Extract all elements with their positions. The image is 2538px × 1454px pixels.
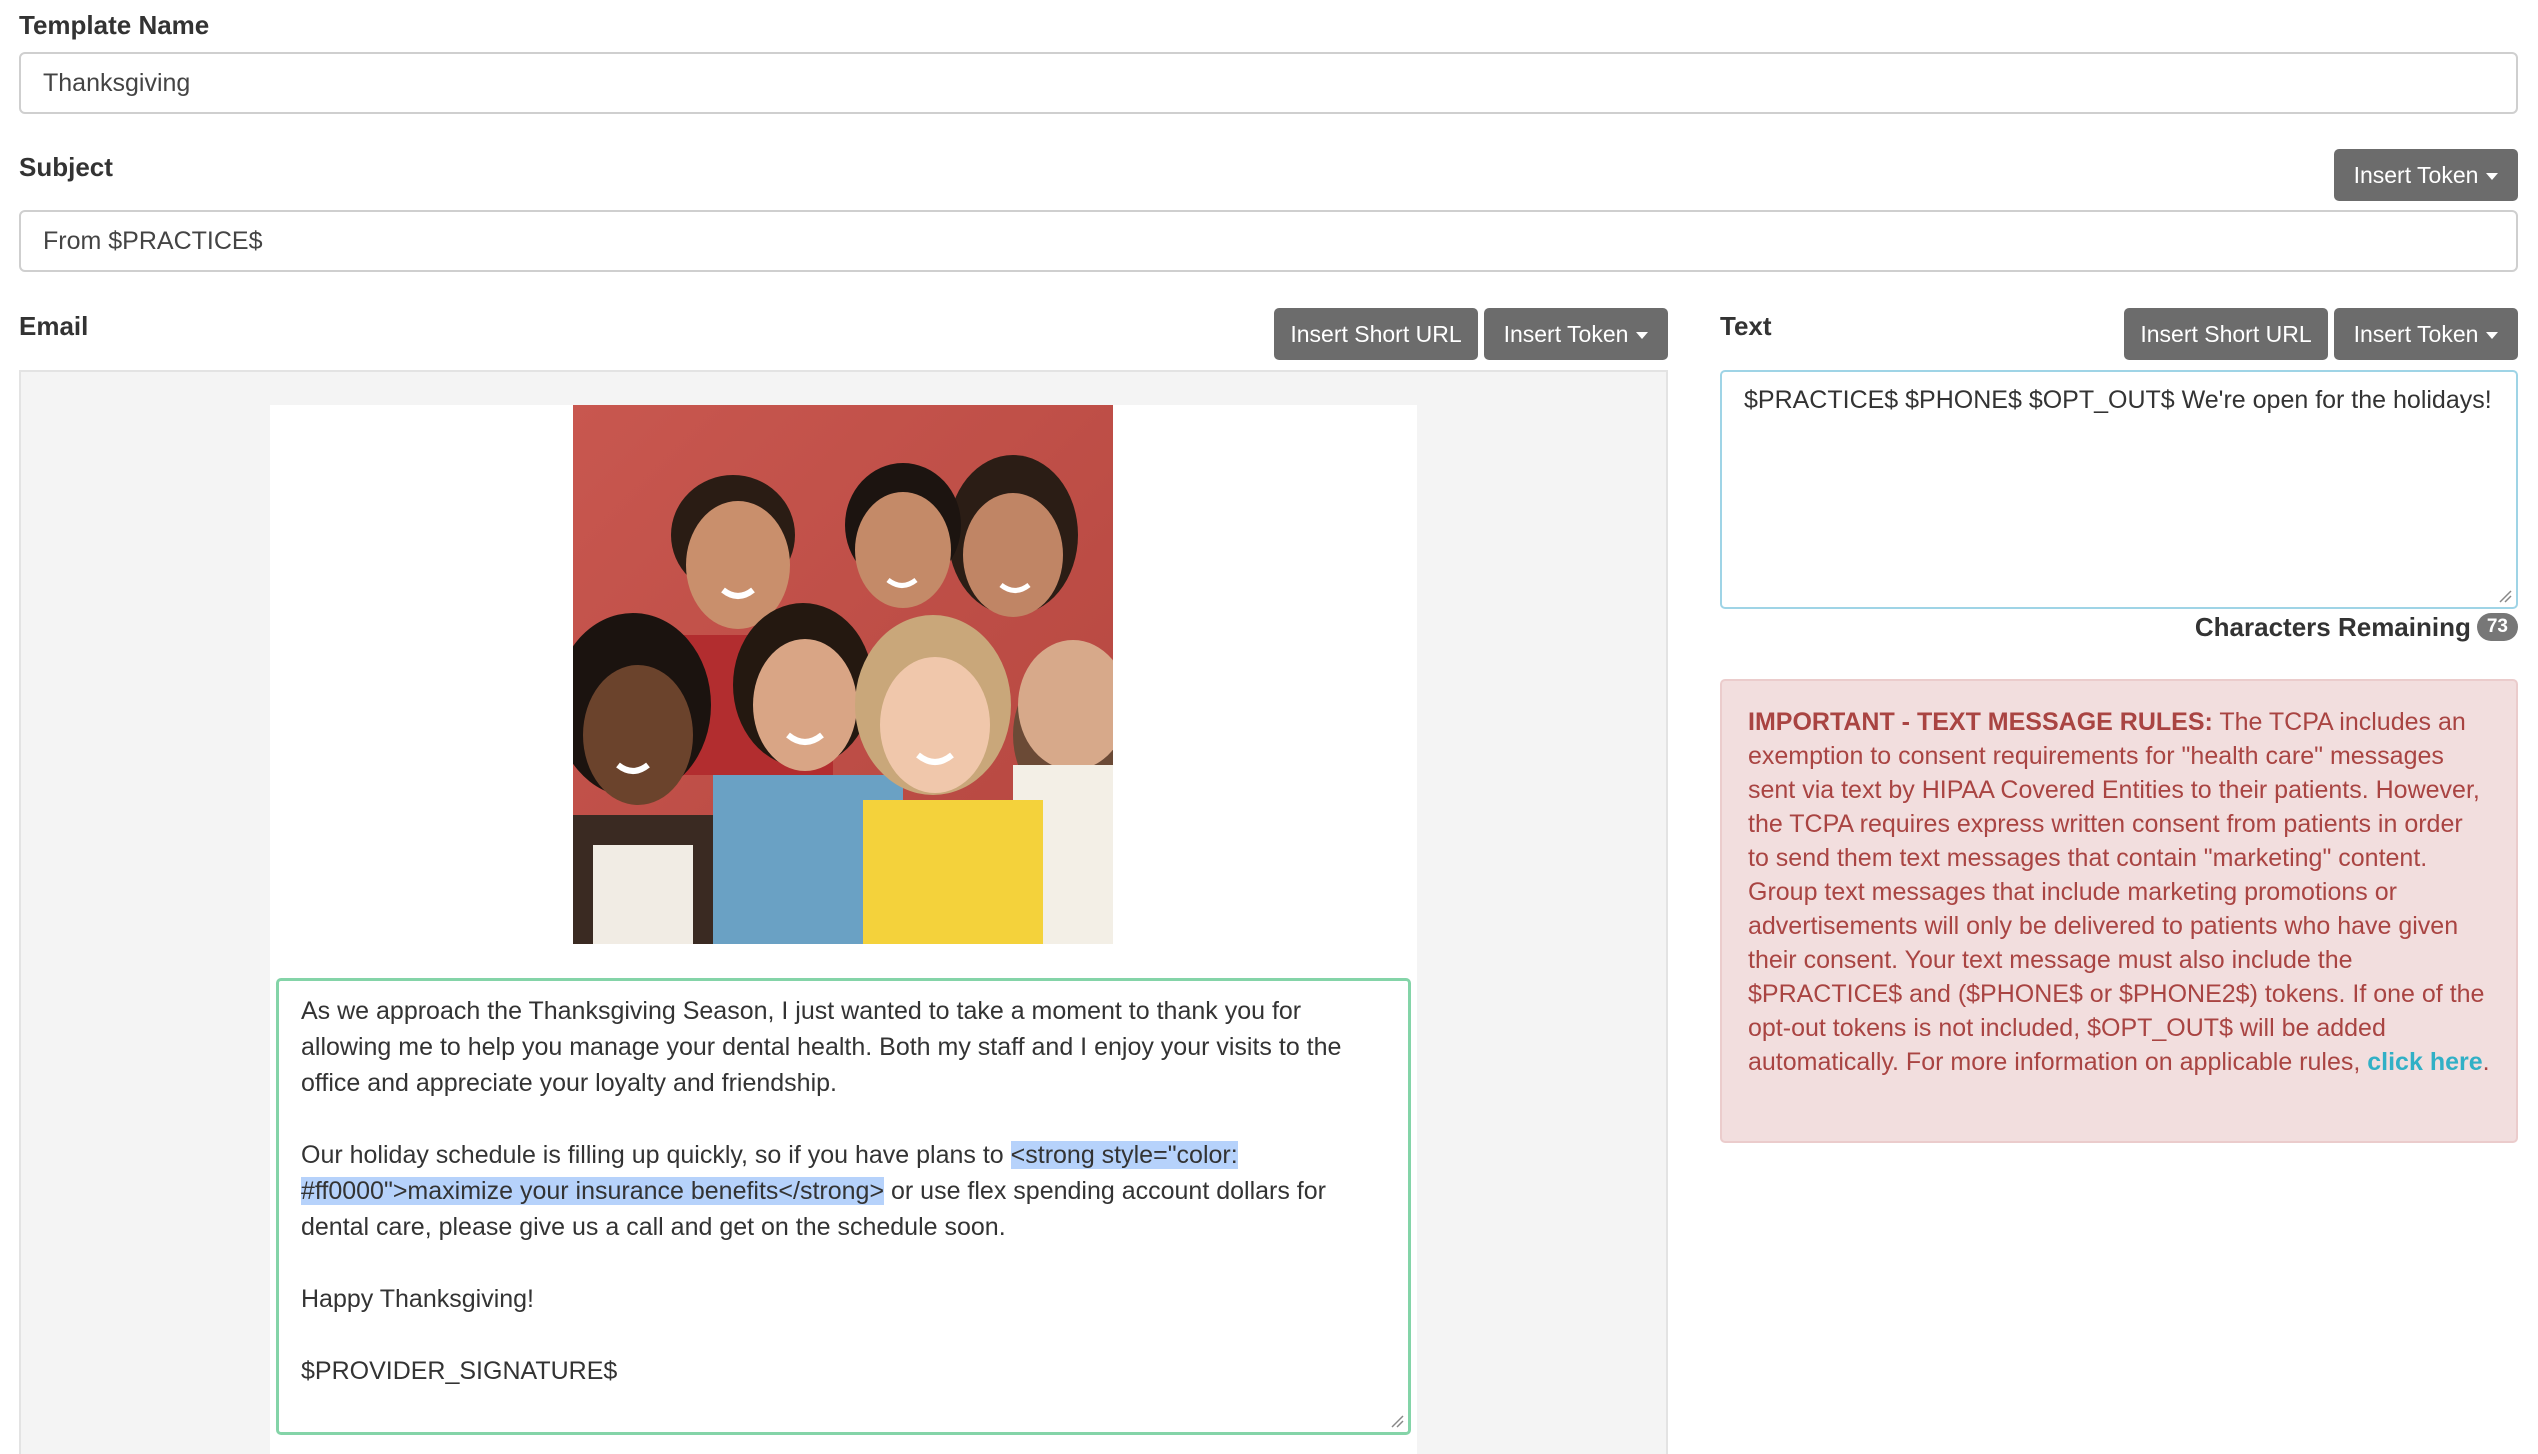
subject-input[interactable]: From $PRACTICE$ xyxy=(19,210,2518,272)
subject-label: Subject xyxy=(19,152,113,182)
email-paragraph-4: $PROVIDER_SIGNATURE$ xyxy=(301,1357,618,1385)
characters-remaining: Characters Remaining 73 xyxy=(2195,609,2518,645)
text-insert-token-button[interactable]: Insert Token xyxy=(2334,308,2518,360)
subject-insert-token-label: Insert Token xyxy=(2353,161,2479,188)
template-name-input[interactable]: Thanksgiving xyxy=(19,52,2518,114)
email-insert-short-url-button[interactable]: Insert Short URL xyxy=(1274,308,1478,360)
caret-down-icon xyxy=(2486,173,2499,180)
characters-remaining-label: Characters Remaining xyxy=(2194,611,2471,642)
resize-handle-icon[interactable] xyxy=(2498,589,2512,603)
text-insert-short-url-label: Insert Short URL xyxy=(2140,320,2312,347)
email-label: Email xyxy=(19,311,89,341)
template-name-label: Template Name xyxy=(19,10,210,40)
subject-value: From $PRACTICE$ xyxy=(43,226,263,255)
email-insert-token-button[interactable]: Insert Token xyxy=(1484,308,1668,360)
group-photo-image xyxy=(573,405,1113,944)
email-paragraph-2-start: Our holiday schedule is filling up quick… xyxy=(301,1141,1011,1169)
text-message-input[interactable]: $PRACTICE$ $PHONE$ $OPT_OUT$ We're open … xyxy=(1720,370,2518,609)
subject-insert-token-button[interactable]: Insert Token xyxy=(2334,149,2518,201)
email-paragraph-2: Our holiday schedule is filling up quick… xyxy=(301,1137,1386,1245)
alert-body: The TCPA includes an exemption to consen… xyxy=(1748,708,2485,1076)
characters-remaining-badge: 73 xyxy=(2476,613,2518,641)
alert-end: . xyxy=(2482,1048,2490,1076)
caret-down-icon xyxy=(2486,332,2499,339)
email-insert-token-label: Insert Token xyxy=(1503,320,1629,347)
text-label: Text xyxy=(1720,311,1772,341)
email-paragraph-3: Happy Thanksgiving! xyxy=(301,1285,535,1313)
alert-title: IMPORTANT - TEXT MESSAGE RULES: xyxy=(1748,708,2213,736)
resize-handle-icon[interactable] xyxy=(1390,1414,1404,1428)
text-insert-token-label: Insert Token xyxy=(2353,320,2479,347)
caret-down-icon xyxy=(1636,332,1649,339)
click-here-link[interactable]: click here xyxy=(2367,1048,2482,1076)
text-message-rules-alert: IMPORTANT - TEXT MESSAGE RULES: The TCPA… xyxy=(1720,679,2518,1143)
email-body-editor[interactable]: As we approach the Thanksgiving Season, … xyxy=(276,978,1411,1435)
text-message-value: $PRACTICE$ $PHONE$ $OPT_OUT$ We're open … xyxy=(1744,386,2492,414)
template-name-value: Thanksgiving xyxy=(43,68,191,97)
text-insert-short-url-button[interactable]: Insert Short URL xyxy=(2124,308,2328,360)
email-insert-short-url-label: Insert Short URL xyxy=(1290,320,1462,347)
email-paragraph-1: As we approach the Thanksgiving Season, … xyxy=(301,997,1342,1097)
